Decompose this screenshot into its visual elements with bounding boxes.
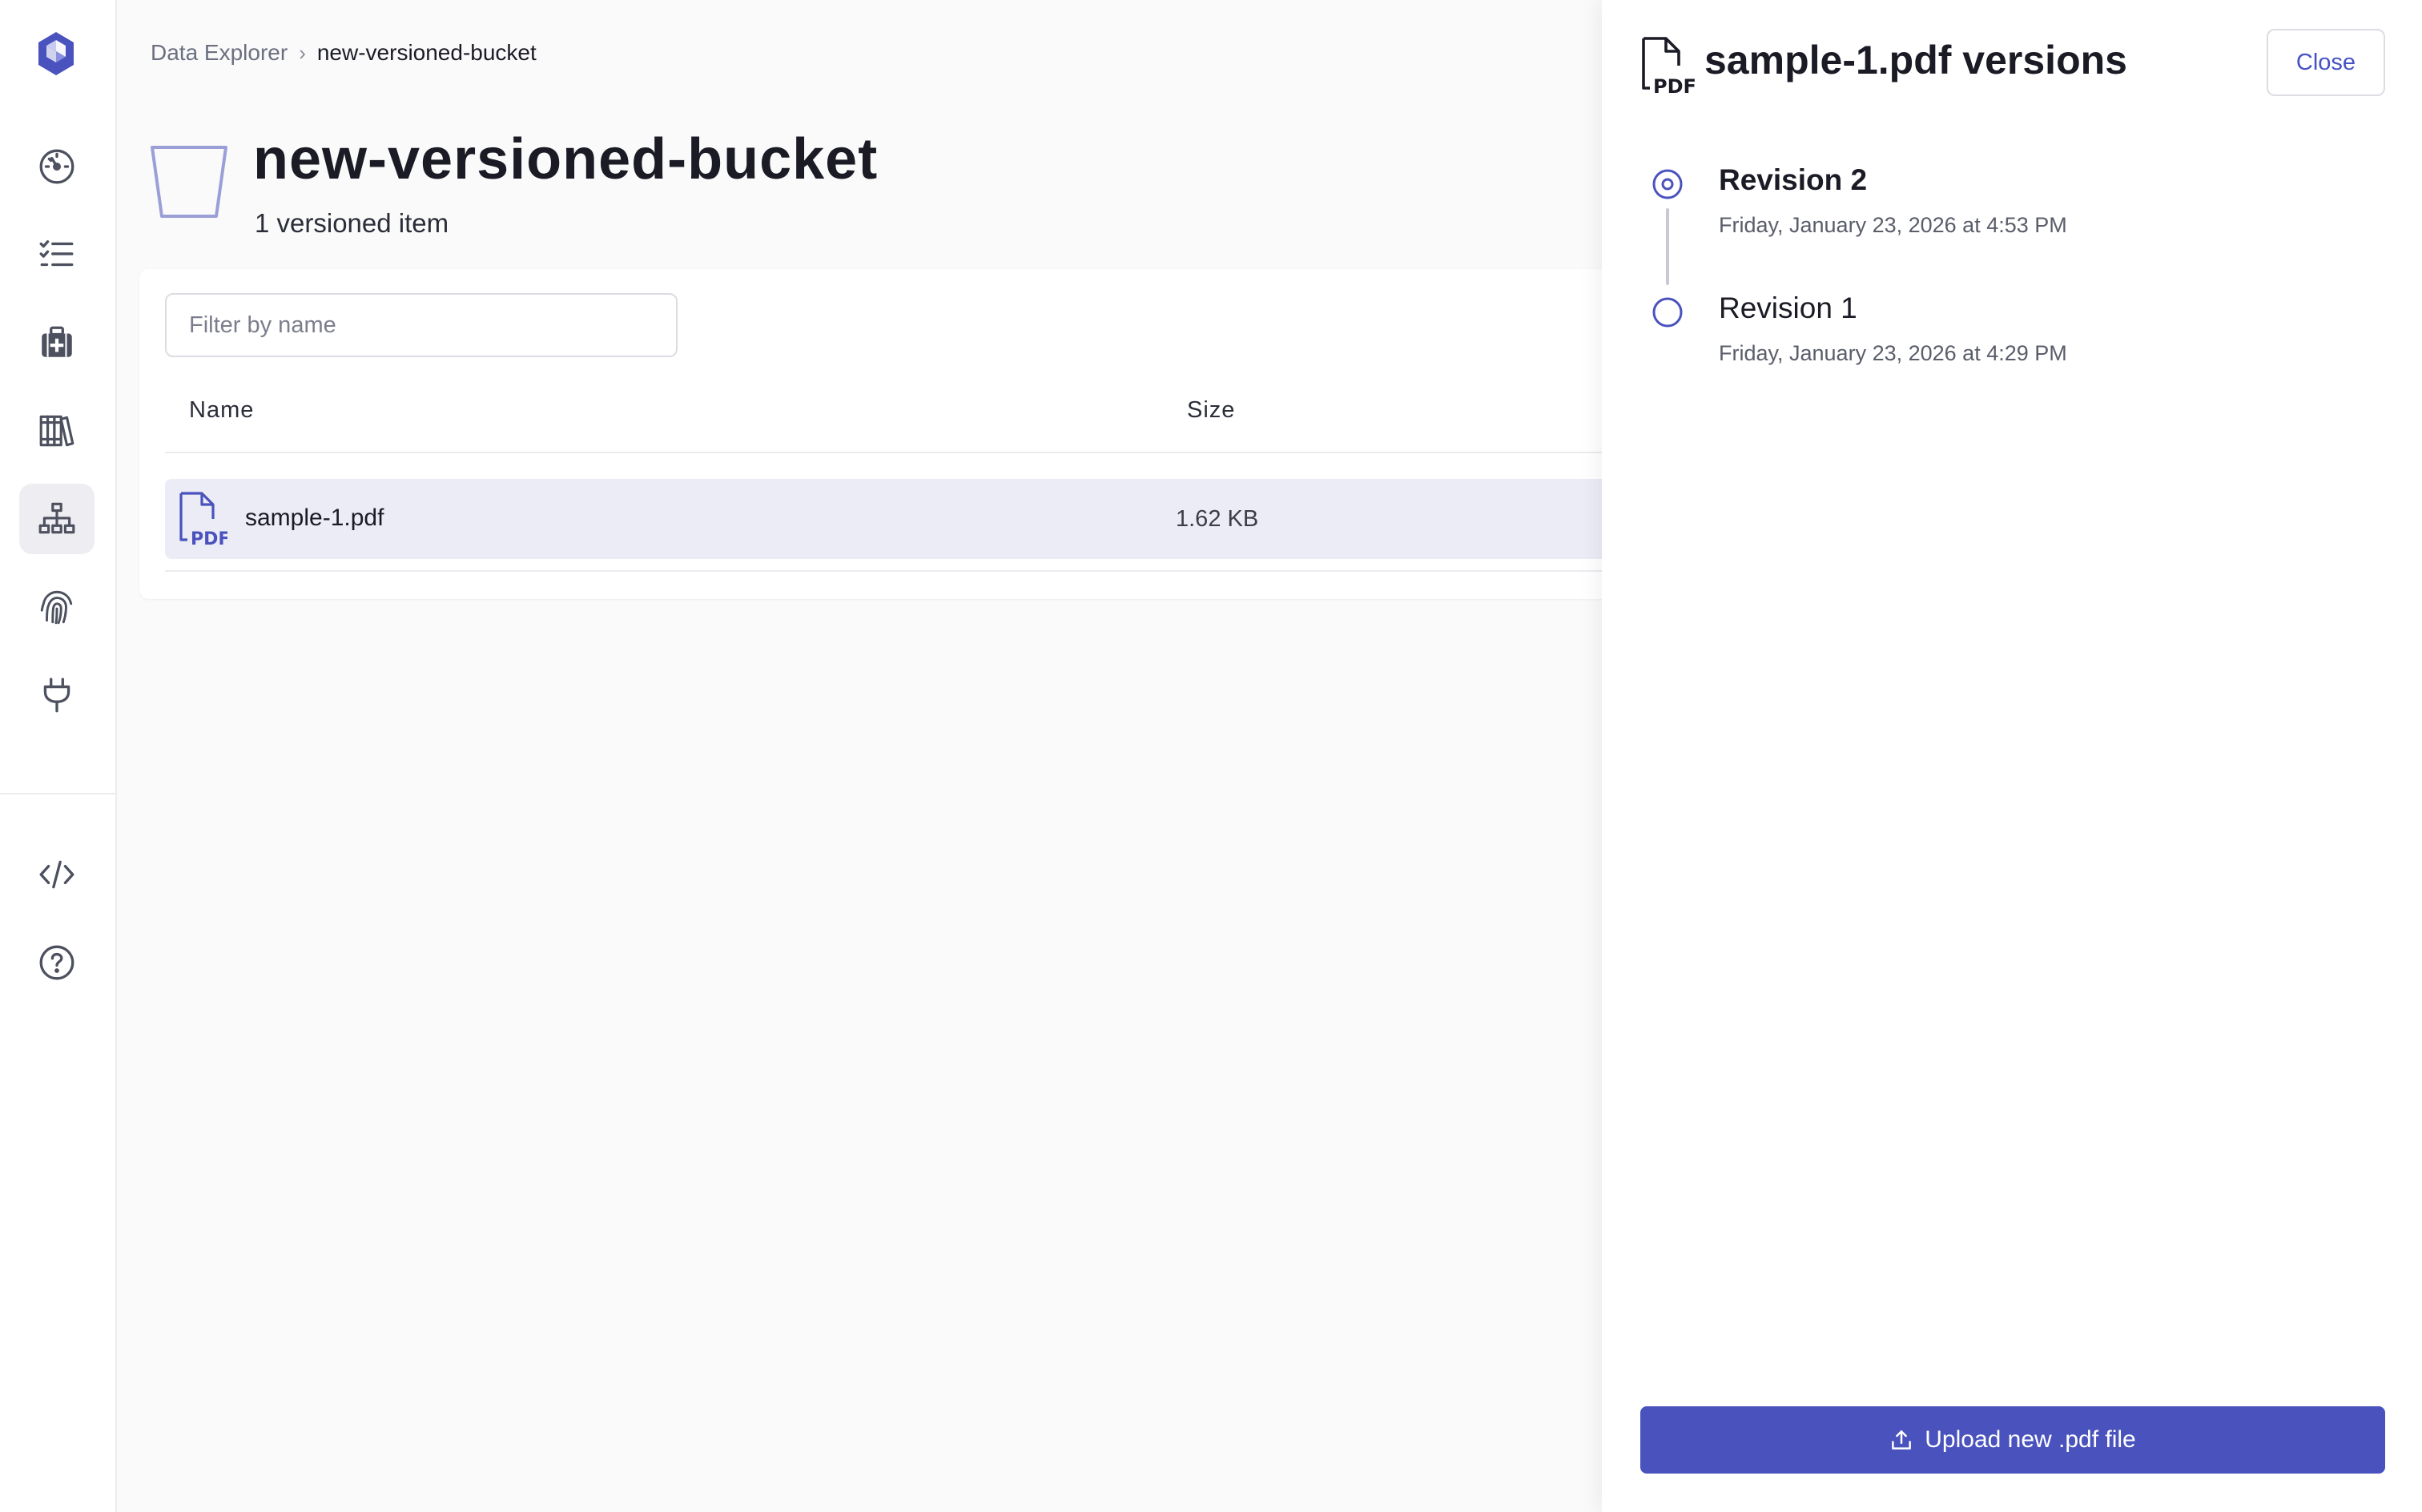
file-name[interactable]: sample-1.pdf (245, 505, 384, 532)
sidebar-divider (0, 793, 117, 794)
svg-text:PDF: PDF (1653, 75, 1695, 96)
table-header-divider (165, 452, 1773, 453)
library-books-icon (39, 415, 74, 447)
sidebar-item-auth[interactable] (19, 572, 95, 642)
app-logo-icon[interactable] (35, 30, 77, 77)
upload-icon (1892, 1430, 1912, 1450)
sidebar-item-data-explorer[interactable] (19, 484, 95, 554)
pdf-file-icon: PDF (179, 492, 227, 548)
help-circle-icon (39, 945, 74, 980)
revision-dot-icon[interactable] (1652, 296, 1684, 328)
sidebar-item-dashboard[interactable] (19, 131, 95, 202)
pdf-file-icon: PDF (1642, 37, 1695, 96)
sidebar (0, 0, 117, 1512)
column-header-name[interactable]: Name (189, 397, 254, 424)
close-button[interactable]: Close (2267, 29, 2385, 96)
hierarchy-network-icon (38, 502, 75, 534)
revision-1-label[interactable]: Revision 1 (1719, 292, 1857, 325)
table-row[interactable]: PDF sample-1.pdf 1.62 KB (165, 479, 1773, 559)
drawer-title: sample-1.pdf versions (1704, 38, 2127, 82)
file-size: 1.62 KB (1176, 506, 1259, 532)
page-title: new-versioned-bucket (253, 127, 879, 191)
sidebar-item-developer[interactable] (19, 839, 95, 910)
revision-2-label[interactable]: Revision 2 (1719, 163, 1867, 197)
code-icon (39, 860, 74, 889)
sidebar-item-health[interactable] (19, 308, 95, 378)
sidebar-item-library[interactable] (19, 396, 95, 466)
revision-1-date: Friday, January 23, 2026 at 4:29 PM (1719, 341, 2067, 365)
bucket-icon (151, 146, 227, 218)
checklist-icon (39, 240, 74, 267)
page-subtitle: 1 versioned item (255, 208, 449, 238)
timeline-connector (1666, 208, 1669, 285)
sidebar-item-integrations[interactable] (19, 660, 95, 730)
first-aid-kit-icon (42, 326, 72, 357)
revision-current-dot-icon[interactable] (1652, 168, 1684, 200)
file-table-card: Name Size PDF sample-1.pdf 1.62 KB (139, 269, 1773, 599)
upload-button-label: Upload new .pdf file (1925, 1426, 2136, 1453)
upload-new-file-button[interactable]: Upload new .pdf file (1640, 1406, 2385, 1474)
dashboard-gauge-icon (39, 149, 74, 184)
breadcrumb: Data Explorer › new-versioned-bucket (151, 40, 537, 66)
breadcrumb-data-explorer-link[interactable]: Data Explorer (151, 40, 288, 66)
sidebar-item-tasks[interactable] (19, 219, 95, 290)
plug-icon (43, 678, 70, 713)
breadcrumb-current: new-versioned-bucket (316, 40, 537, 65)
revision-2-date: Friday, January 23, 2026 at 4:53 PM (1719, 213, 2067, 237)
table-row-divider (165, 570, 1773, 572)
sidebar-item-help[interactable] (19, 927, 95, 998)
versions-drawer: PDF sample-1.pdf versions Close Revision… (1602, 0, 2422, 1512)
column-header-size[interactable]: Size (1187, 397, 1235, 424)
svg-text:PDF: PDF (191, 529, 227, 548)
breadcrumb-separator-icon: › (299, 40, 306, 65)
filter-by-name-input[interactable] (165, 293, 678, 357)
fingerprint-icon (40, 590, 73, 625)
